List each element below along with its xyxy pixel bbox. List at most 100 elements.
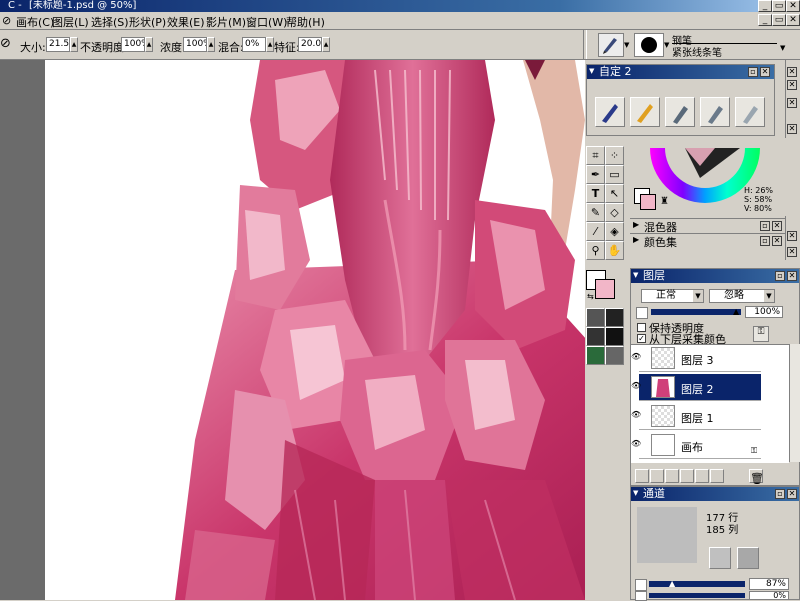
pick-up-color-checkbox[interactable]: ✓	[637, 334, 646, 343]
custom-palette-header[interactable]: 自定 2	[587, 65, 774, 79]
crop-tool-icon[interactable]: ⌗	[586, 146, 605, 165]
density-spin[interactable]: ▲	[207, 37, 215, 52]
chevron-down-icon[interactable]: ▼	[624, 41, 629, 49]
opacity-spin[interactable]: ▲	[145, 37, 153, 52]
doc-close-button[interactable]: ✕	[786, 14, 800, 26]
document-canvas[interactable]	[45, 60, 585, 600]
mixer-palette-header[interactable]: ▶ 混色器 ▫ ✕	[630, 218, 785, 234]
eye-icon[interactable]: 👁	[631, 352, 641, 361]
gradient-selector-icon[interactable]	[605, 308, 624, 327]
magic-wand-tool-icon[interactable]: ⁘	[605, 146, 624, 165]
brush-preset-4[interactable]	[700, 97, 730, 127]
layer-opacity-input[interactable]: 100%	[745, 306, 783, 318]
close-icon[interactable]: ✕	[772, 236, 782, 246]
brush-tool-icon[interactable]: ✎	[586, 203, 605, 222]
grabber-tool-icon[interactable]: ✋	[605, 241, 624, 260]
layer-row-3[interactable]: 👁 图层 3	[631, 345, 761, 372]
close-icon[interactable]: ✕	[760, 67, 770, 77]
brush-preset-5[interactable]	[735, 97, 765, 127]
mask-icon[interactable]	[635, 579, 647, 591]
menu-window[interactable]: 窗口(W)	[246, 14, 287, 30]
primary-color-chip[interactable]	[640, 194, 656, 210]
mask-icon[interactable]	[636, 307, 648, 319]
density-input[interactable]: 100%	[183, 37, 207, 52]
doc-minimize-button[interactable]: _	[758, 14, 772, 26]
pen-tool-icon[interactable]: ✒	[586, 165, 605, 184]
close-icon[interactable]: ✕	[772, 221, 782, 231]
doc-restore-button[interactable]: ▭	[772, 14, 786, 26]
close-icon[interactable]: ✕	[787, 67, 797, 77]
eye-icon[interactable]: 👁	[631, 381, 641, 390]
shrink-icon[interactable]: ▫	[760, 221, 770, 231]
shrink-icon[interactable]: ▫	[775, 489, 785, 499]
color-set-palette-header[interactable]: ▶ 颜色集 ▫ ✕	[630, 233, 785, 249]
channel-second-input[interactable]: 0%	[749, 591, 789, 600]
look-selector-icon[interactable]	[586, 346, 605, 365]
trash-icon[interactable]: 🗑	[749, 469, 764, 485]
close-icon[interactable]: ✕	[787, 98, 797, 108]
pointer-tool-icon[interactable]: ↖	[605, 184, 624, 203]
nozzle-selector-icon[interactable]	[605, 327, 624, 346]
blend-spin[interactable]: ▲	[266, 37, 274, 52]
size-spin[interactable]: ▲	[70, 37, 78, 52]
layer-row-1[interactable]: 👁 图层 1	[631, 403, 761, 430]
close-icon[interactable]: ✕	[787, 80, 797, 90]
close-icon[interactable]: ✕	[787, 124, 797, 134]
dab-preview[interactable]	[634, 33, 664, 57]
preserve-transparency-checkbox[interactable]	[637, 323, 646, 332]
mask-icon[interactable]	[695, 469, 709, 483]
menu-layers[interactable]: 图层(L)	[52, 14, 89, 30]
dynamic-plugins-icon[interactable]	[665, 469, 679, 483]
swap-colors-icon[interactable]: ⇆	[587, 292, 594, 301]
brush-category-button[interactable]	[598, 33, 624, 57]
text-tool-icon[interactable]: T	[586, 184, 605, 203]
composite-method-select[interactable]: 正常 ▼	[641, 289, 704, 303]
new-layer-icon[interactable]	[650, 469, 664, 483]
menu-select[interactable]: 选择(S)	[91, 14, 129, 30]
brush-tool-icon[interactable]: ⊘	[0, 36, 11, 51]
magnifier-tool-icon[interactable]: ⚲	[586, 241, 605, 260]
menu-help[interactable]: 帮助(H)	[286, 14, 325, 30]
eraser-tool-icon[interactable]: ◇	[605, 203, 624, 222]
composite-depth-select[interactable]: 忽略 ▼	[709, 289, 775, 303]
close-icon[interactable]: ✕	[787, 231, 797, 241]
minimize-button[interactable]: _	[758, 0, 772, 12]
triangle-down-icon[interactable]: ▼	[633, 489, 638, 497]
stamp-icon[interactable]: ♜	[660, 196, 669, 207]
brush-preset-2[interactable]	[630, 97, 660, 127]
feature-spin[interactable]: ▲	[322, 37, 330, 52]
link-icon[interactable]	[710, 469, 724, 483]
brush-preset-1[interactable]	[595, 97, 625, 127]
eye-icon[interactable]: 👁	[631, 439, 641, 448]
channel-second-slider[interactable]	[649, 593, 745, 598]
layer-row-2[interactable]: 👁 图层 2	[631, 374, 761, 401]
paint-bucket-tool-icon[interactable]: ◈	[605, 222, 624, 241]
pattern-selector-icon[interactable]	[586, 327, 605, 346]
channel-texture-icon[interactable]	[709, 547, 731, 569]
opacity-slider[interactable]	[651, 309, 741, 315]
brush-preset-3[interactable]	[665, 97, 695, 127]
opacity-input[interactable]: 100%	[121, 37, 145, 52]
weaving-selector-icon[interactable]	[605, 346, 624, 365]
menu-movie[interactable]: 影片(M)	[206, 14, 246, 30]
rectangle-tool-icon[interactable]: ▭	[605, 165, 624, 184]
feature-input[interactable]: 20.0	[298, 37, 322, 52]
brush-variant-name[interactable]: 紧张线条笔	[672, 44, 722, 59]
close-button[interactable]: ✕	[786, 0, 800, 12]
channel-invert-icon[interactable]	[737, 547, 759, 569]
lock-icon[interactable]: ⚿	[753, 326, 769, 342]
chevron-down-icon[interactable]: ▼	[780, 44, 785, 52]
dropper-tool-icon[interactable]: ⁄	[586, 222, 605, 241]
close-icon[interactable]: ✕	[787, 489, 797, 499]
chevron-down-icon[interactable]: ▼	[664, 41, 669, 49]
size-input[interactable]: 21.5	[46, 37, 70, 52]
paper-selector-icon[interactable]	[586, 308, 605, 327]
primary-color-swatch[interactable]	[595, 279, 615, 299]
channels-header[interactable]: 通道	[631, 487, 799, 501]
menu-shapes[interactable]: 形状(P)	[129, 14, 166, 30]
shrink-icon[interactable]: ▫	[775, 271, 785, 281]
slider-thumb-icon[interactable]: ▲	[669, 579, 675, 588]
close-icon[interactable]: ✕	[787, 247, 797, 257]
layers-header[interactable]: 图层	[631, 269, 799, 283]
menu-canvas[interactable]: 画布(C)	[16, 14, 54, 30]
